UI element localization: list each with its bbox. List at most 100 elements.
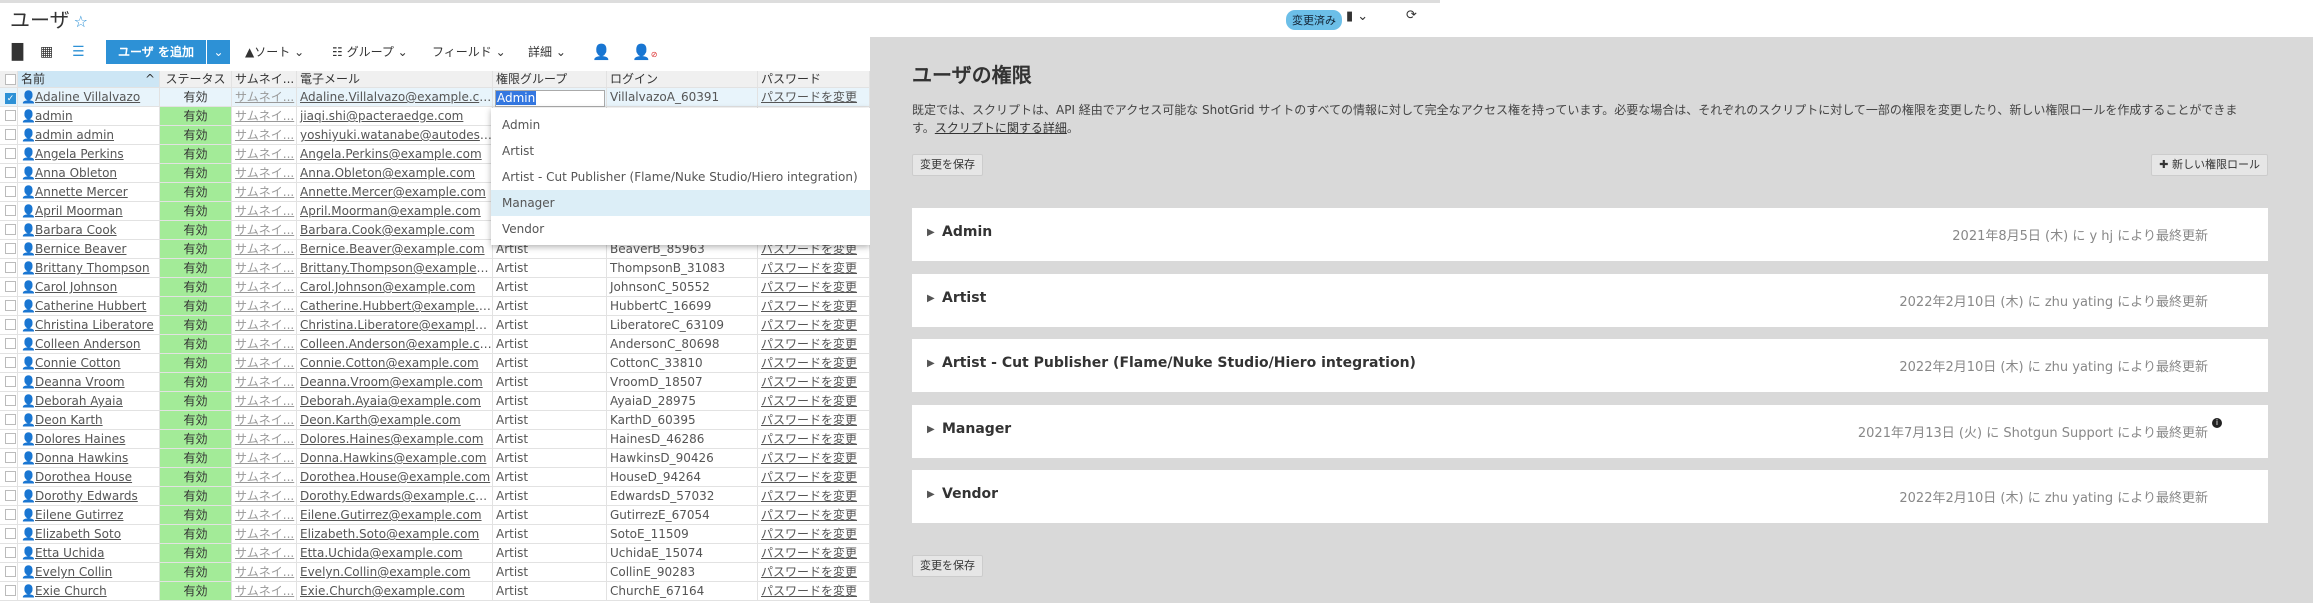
row-checkbox[interactable] — [0, 506, 18, 524]
column-header-thumbnail[interactable]: サムネイ... — [232, 71, 297, 87]
permission-group-cell[interactable]: Artist — [493, 297, 607, 315]
change-password-link[interactable]: パスワードを変更 — [761, 318, 857, 332]
table-row[interactable]: 👤Dolores Haines 有効 サムネイ... Dolores.Haines@e… — [0, 430, 870, 449]
change-password-link[interactable]: パスワードを変更 — [761, 470, 857, 484]
table-row[interactable]: 👤Deanna Vroom 有効 サムネイ... Deanna.Vroom@examp… — [0, 373, 870, 392]
user-name-link[interactable]: Connie Cotton — [35, 356, 121, 370]
permission-group-cell[interactable]: Artist — [493, 525, 607, 543]
row-checkbox[interactable] — [0, 525, 18, 543]
permission-group-cell[interactable]: Artist — [493, 563, 607, 581]
row-checkbox[interactable] — [0, 411, 18, 429]
permission-group-cell[interactable]: Artist — [493, 354, 607, 372]
row-checkbox[interactable] — [0, 563, 18, 581]
user-name-link[interactable]: Dorothea House — [35, 470, 132, 484]
email-link[interactable]: Deon.Karth@example.com — [300, 413, 461, 427]
user-name-link[interactable]: Exie Church — [35, 584, 107, 598]
row-checkbox[interactable] — [0, 183, 18, 201]
email-link[interactable]: Exie.Church@example.com — [300, 584, 465, 598]
checkbox[interactable] — [5, 129, 16, 140]
checkbox[interactable] — [5, 395, 16, 406]
permission-group-cell[interactable]: Artist — [493, 506, 607, 524]
thumbnail-link[interactable]: サムネイ... — [235, 185, 294, 199]
email-link[interactable]: Colleen.Anderson@example.com — [300, 337, 492, 351]
thumbnail-link[interactable]: サムネイ... — [235, 451, 294, 465]
sort-menu[interactable]: ▲ソート ⌄ — [245, 40, 304, 64]
email-link[interactable]: Evelyn.Collin@example.com — [300, 565, 470, 579]
learn-more-link[interactable]: スクリプトに関する詳細 — [935, 121, 1067, 135]
row-checkbox[interactable] — [0, 221, 18, 239]
favorite-star-icon[interactable]: ☆ — [74, 12, 88, 31]
checkbox[interactable] — [5, 186, 16, 197]
permission-group-cell[interactable]: Artist — [493, 335, 607, 353]
checkbox[interactable] — [5, 167, 16, 178]
user-name-link[interactable]: Deborah Ayaia — [35, 394, 123, 408]
dropdown-option[interactable]: Admin — [491, 112, 870, 138]
dropdown-option[interactable]: Manager — [491, 190, 870, 216]
checkbox[interactable] — [5, 357, 16, 368]
thumbnail-link[interactable]: サムネイ... — [235, 489, 294, 503]
table-row[interactable]: 👤Etta Uchida 有効 サムネイ... Etta.Uchida@example… — [0, 544, 870, 563]
thumbnail-link[interactable]: サムネイ... — [235, 280, 294, 294]
role-row[interactable]: ▶ Vendor 2022年2月10日 (木) に zhu yating により最終… — [912, 470, 2268, 523]
thumbnail-link[interactable]: サムネイ... — [235, 470, 294, 484]
change-password-link[interactable]: パスワードを変更 — [761, 527, 857, 541]
expand-triangle-icon[interactable]: ▶ — [927, 227, 935, 238]
row-checkbox[interactable] — [0, 392, 18, 410]
checkbox[interactable] — [5, 148, 16, 159]
checkbox[interactable] — [5, 262, 16, 273]
row-checkbox[interactable] — [0, 468, 18, 486]
thumbnail-link[interactable]: サムネイ... — [235, 147, 294, 161]
user-name-link[interactable]: April Moorman — [35, 204, 123, 218]
thumbnail-link[interactable]: サムネイ... — [235, 204, 294, 218]
checkbox[interactable] — [5, 300, 16, 311]
change-password-link[interactable]: パスワードを変更 — [761, 261, 857, 275]
email-link[interactable]: Connie.Cotton@example.com — [300, 356, 479, 370]
table-row[interactable]: 👤Carol Johnson 有効 サムネイ... Carol.Johnson@exa… — [0, 278, 870, 297]
change-password-link[interactable]: パスワードを変更 — [761, 394, 857, 408]
row-checkbox[interactable] — [0, 316, 18, 334]
user-name-link[interactable]: Anna Obleton — [35, 166, 117, 180]
row-checkbox[interactable] — [0, 278, 18, 296]
email-link[interactable]: Donna.Hawkins@example.com — [300, 451, 486, 465]
row-checkbox[interactable] — [0, 335, 18, 353]
user-name-link[interactable]: Bernice Beaver — [35, 242, 126, 256]
add-user-button[interactable]: ユーザ を追加 — [106, 40, 206, 64]
user-name-link[interactable]: Deon Karth — [35, 413, 103, 427]
email-link[interactable]: Deanna.Vroom@example.com — [300, 375, 483, 389]
dropdown-option[interactable]: Artist - Cut Publisher (Flame/Nuke Studi… — [491, 164, 870, 190]
thumbnail-link[interactable]: サムネイ... — [235, 337, 294, 351]
expand-triangle-icon[interactable]: ▶ — [927, 293, 935, 304]
table-row[interactable]: 👤Catherine Hubbert 有効 サムネイ... Catherine.Hub… — [0, 297, 870, 316]
change-password-link[interactable]: パスワードを変更 — [761, 451, 857, 465]
checkbox[interactable] — [5, 433, 16, 444]
change-password-link[interactable]: パスワードを変更 — [761, 565, 857, 579]
change-password-link[interactable]: パスワードを変更 — [761, 413, 857, 427]
checkbox[interactable] — [5, 319, 16, 330]
change-password-link[interactable]: パスワードを変更 — [761, 375, 857, 389]
row-checkbox[interactable] — [0, 259, 18, 277]
dropdown-option[interactable]: Vendor — [491, 216, 870, 242]
dropdown-option[interactable]: Artist — [491, 138, 870, 164]
thumbnail-link[interactable]: サムネイ... — [235, 508, 294, 522]
email-link[interactable]: Elizabeth.Soto@example.com — [300, 527, 479, 541]
permission-group-cell[interactable]: Artist — [493, 278, 607, 296]
row-checkbox[interactable]: ✓ — [0, 88, 18, 106]
user-name-link[interactable]: Dorothy Edwards — [35, 489, 138, 503]
row-checkbox[interactable] — [0, 126, 18, 144]
user-name-link[interactable]: Barbara Cook — [35, 223, 117, 237]
user-name-link[interactable]: Catherine Hubbert — [35, 299, 146, 313]
expand-triangle-icon[interactable]: ▶ — [927, 489, 935, 500]
permission-group-cell[interactable]: Artist — [493, 316, 607, 334]
checkbox[interactable] — [5, 452, 16, 463]
thumbnail-link[interactable]: サムネイ... — [235, 394, 294, 408]
table-row[interactable]: 👤Exie Church 有効 サムネイ... Exie.Church@example… — [0, 582, 870, 601]
table-row[interactable]: 👤Deon Karth 有効 サムネイ... Deon.Karth@example.c… — [0, 411, 870, 430]
checkbox[interactable] — [5, 566, 16, 577]
permission-group-cell[interactable]: Artist — [493, 259, 607, 277]
role-row[interactable]: ▶ Admin 2021年8月5日 (木) に y hj により最終更新 — [912, 208, 2268, 261]
thumbnail-link[interactable]: サムネイ... — [235, 584, 294, 598]
thumbnail-link[interactable]: サムネイ... — [235, 356, 294, 370]
permission-group-cell[interactable]: Artist — [493, 487, 607, 505]
permission-group-cell[interactable]: Artist — [493, 544, 607, 562]
layout-columns-icon[interactable]: ▐▌ — [6, 40, 29, 64]
